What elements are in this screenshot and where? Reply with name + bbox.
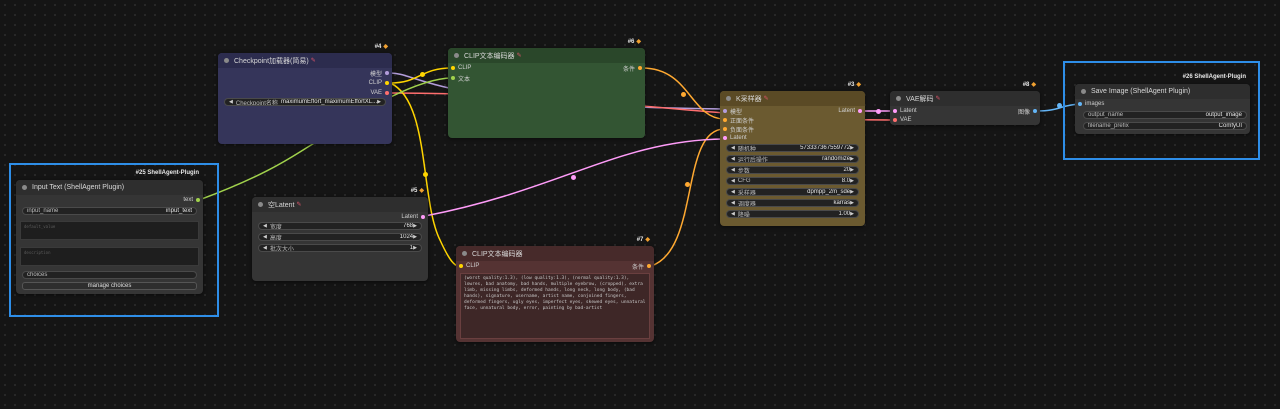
pin-icon[interactable]: ✎ — [311, 57, 316, 64]
sampler-widget[interactable]: ◀ 采样器 dpmpp_2m_sde ▶ — [726, 188, 859, 196]
node-id-badge: #4 ◆ — [374, 44, 388, 50]
output-latent[interactable]: Latent — [838, 107, 862, 115]
arrow-left-icon[interactable]: ◀ — [263, 234, 267, 240]
node-id-badge: #5 ◆ — [410, 188, 424, 194]
output-conditioning[interactable]: 条件 — [623, 64, 642, 73]
empty-latent-node[interactable]: #5 ◆ 空Latent ✎ Latent ◀ 宽度 768 ▶ ◀ 高度 1024 ▶ ◀ 批… — [252, 188, 428, 281]
arrow-right-icon[interactable]: ▶ — [850, 145, 854, 151]
reroute-dot[interactable] — [420, 72, 425, 77]
output-conditioning[interactable]: 条件 — [632, 262, 651, 271]
arrow-right-icon[interactable]: ▶ — [850, 167, 854, 173]
arrow-right-icon[interactable]: ▶ — [850, 200, 854, 206]
input-model[interactable]: 模型 — [723, 107, 742, 116]
output-image[interactable]: 图像 — [1018, 107, 1037, 116]
node-title-bar[interactable]: VAE解码 ✎ — [890, 91, 1040, 106]
clip-text-encode-negative-node[interactable]: #7 ◆ CLIP文本编码器 CLIP 条件 (worst quality:1.3… — [456, 237, 654, 342]
pin-icon[interactable]: ✎ — [764, 95, 769, 102]
node-id-badge: #6 ◆ — [627, 39, 641, 45]
arrow-right-icon[interactable]: ▶ — [850, 211, 854, 217]
node-title-bar[interactable]: Checkpoint加载器(简易) ✎ — [218, 53, 392, 68]
node-title-bar[interactable]: K采样器 ✎ — [720, 91, 865, 106]
output-latent[interactable]: Latent — [401, 213, 425, 221]
arrow-left-icon[interactable]: ◀ — [263, 223, 267, 229]
scheduler-widget[interactable]: ◀ 调度器 karras ▶ — [726, 199, 859, 207]
node-title-bar[interactable]: 空Latent ✎ — [252, 197, 428, 212]
collapse-dot-icon[interactable] — [462, 251, 467, 256]
width-widget[interactable]: ◀ 宽度 768 ▶ — [258, 222, 422, 230]
clip-text-encode-positive-node[interactable]: #6 ◆ CLIP文本编码器 ✎ CLIP 文本 条件 — [448, 39, 645, 138]
arrow-left-icon[interactable]: ◀ — [731, 189, 735, 195]
height-widget[interactable]: ◀ 高度 1024 ▶ — [258, 233, 422, 241]
arrow-left-icon[interactable]: ◀ — [731, 178, 735, 184]
arrow-right-icon[interactable]: ▶ — [850, 189, 854, 195]
input-text[interactable]: 文本 — [451, 74, 470, 83]
node-title: 空Latent — [268, 201, 295, 209]
input-clip[interactable]: CLIP — [459, 262, 479, 270]
reroute-dot[interactable] — [571, 175, 576, 180]
collapse-dot-icon[interactable] — [224, 58, 229, 63]
node-title-bar[interactable]: CLIP文本编码器 ✎ — [448, 48, 645, 63]
arrow-left-icon[interactable]: ◀ — [229, 99, 233, 105]
pin-icon[interactable]: ✎ — [296, 201, 301, 208]
collapse-dot-icon[interactable] — [726, 96, 731, 101]
node-title: VAE解码 — [906, 95, 934, 103]
selection-highlight — [1063, 61, 1260, 160]
input-samples[interactable]: Latent — [893, 107, 917, 115]
selection-highlight — [9, 163, 219, 317]
node-title: CLIP文本编码器 — [472, 250, 523, 258]
output-model[interactable]: 模型 — [370, 69, 389, 78]
vae-decode-node[interactable]: #8 ◆ VAE解码 ✎ Latent VAE 图像 — [890, 82, 1040, 125]
collapse-dot-icon[interactable] — [258, 202, 263, 207]
input-clip[interactable]: CLIP — [451, 64, 471, 72]
output-clip[interactable]: CLIP — [369, 79, 389, 87]
node-title: K采样器 — [736, 95, 762, 103]
reroute-dot[interactable] — [423, 172, 428, 177]
pin-icon[interactable]: ✎ — [936, 95, 941, 102]
arrow-right-icon[interactable]: ▶ — [413, 245, 417, 251]
collapse-dot-icon[interactable] — [454, 53, 459, 58]
checkpoint-loader-node[interactable]: #4 ◆ Checkpoint加载器(简易) ✎ 模型 CLIP VAE ◀ Ch… — [218, 44, 392, 144]
node-title-bar[interactable]: CLIP文本编码器 — [456, 246, 654, 261]
arrow-left-icon[interactable]: ◀ — [731, 156, 735, 162]
reroute-dot[interactable] — [876, 109, 881, 114]
input-positive[interactable]: 正面条件 — [723, 116, 754, 125]
pin-icon[interactable]: ✎ — [517, 52, 522, 59]
batch-size-widget[interactable]: ◀ 批次大小 1 ▶ — [258, 244, 422, 252]
control-after-generate-widget[interactable]: ◀ 运行后操作 randomize ▶ — [726, 155, 859, 163]
arrow-left-icon[interactable]: ◀ — [731, 145, 735, 151]
input-vae[interactable]: VAE — [893, 116, 912, 124]
ksampler-node[interactable]: #3 ◆ K采样器 ✎ 模型 正面条件 负面条件 Latent Latent ◀ 随… — [720, 82, 865, 226]
arrow-right-icon[interactable]: ▶ — [413, 223, 417, 229]
node-title: CLIP文本编码器 — [464, 52, 515, 60]
input-latent[interactable]: Latent — [723, 134, 747, 142]
node-id-badge: #3 ◆ — [847, 82, 861, 88]
ckpt-name-combo[interactable]: ◀ Checkpoint名称 maximumEffort_maximumEffo… — [224, 98, 386, 106]
arrow-left-icon[interactable]: ◀ — [731, 167, 735, 173]
reroute-dot[interactable] — [1057, 103, 1062, 108]
cfg-widget[interactable]: ◀ CFG 8.0 ▶ — [726, 177, 859, 185]
node-id-badge: #8 ◆ — [1022, 82, 1036, 88]
reroute-dot[interactable] — [685, 182, 690, 187]
steps-widget[interactable]: ◀ 步数 20 ▶ — [726, 166, 859, 174]
arrow-right-icon[interactable]: ▶ — [377, 99, 381, 105]
arrow-right-icon[interactable]: ▶ — [850, 178, 854, 184]
seed-widget[interactable]: ◀ 随机种 573337367559772 ▶ — [726, 144, 859, 152]
prompt-textarea[interactable]: (worst quality:1.3), (low quality:1.3), … — [460, 273, 650, 339]
reroute-dot[interactable] — [681, 92, 686, 97]
denoise-widget[interactable]: ◀ 降噪 1.00 ▶ — [726, 210, 859, 218]
node-id-badge: #7 ◆ — [636, 237, 650, 243]
arrow-right-icon[interactable]: ▶ — [850, 156, 854, 162]
input-negative[interactable]: 负面条件 — [723, 125, 754, 134]
arrow-left-icon[interactable]: ◀ — [731, 200, 735, 206]
output-vae[interactable]: VAE — [370, 89, 389, 97]
arrow-left-icon[interactable]: ◀ — [731, 211, 735, 217]
arrow-left-icon[interactable]: ◀ — [263, 245, 267, 251]
arrow-right-icon[interactable]: ▶ — [413, 234, 417, 240]
node-title: Checkpoint加载器(简易) — [234, 57, 309, 65]
collapse-dot-icon[interactable] — [896, 96, 901, 101]
